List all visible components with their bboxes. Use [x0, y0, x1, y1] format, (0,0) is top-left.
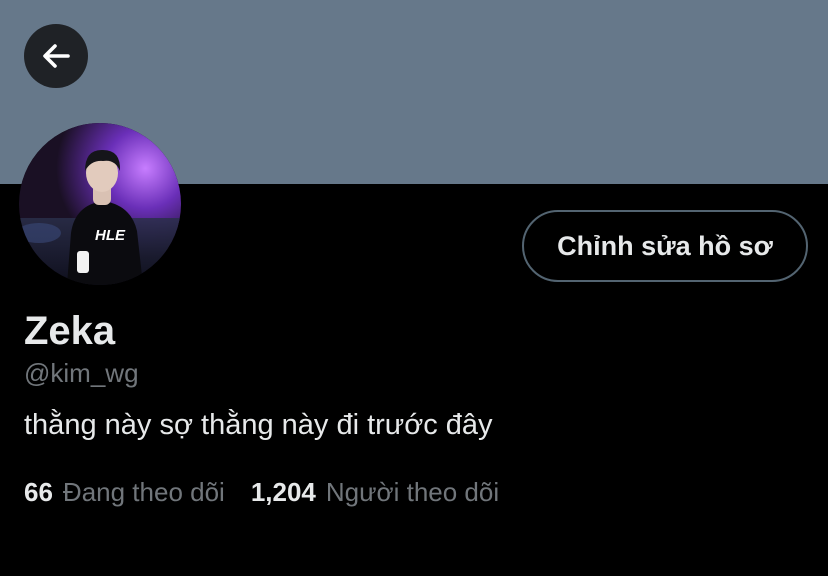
username: @kim_wg	[24, 358, 139, 388]
avatar[interactable]: HLE	[19, 123, 181, 285]
display-name: Zeka	[24, 309, 116, 353]
arrow-left-icon	[38, 38, 74, 74]
followers-label: Người theo dõi	[325, 477, 500, 507]
followers-stat[interactable]: 1,204 Người theo dõi	[251, 474, 499, 510]
back-button[interactable]	[24, 24, 88, 88]
following-stat[interactable]: 66 Đang theo dõi	[24, 474, 225, 510]
following-label: Đang theo dõi	[62, 477, 225, 507]
profile-page: HLE Chỉnh sửa hồ sơ Zeka @kim_wg thằng n…	[0, 0, 828, 576]
followers-count: 1,204	[250, 477, 316, 507]
profile-stats: 66 Đang theo dõi 1,204 Người theo dõi	[24, 474, 499, 510]
following-count: 66	[24, 477, 53, 507]
edit-profile-button[interactable]: Chỉnh sửa hồ sơ	[522, 210, 808, 282]
profile-bio: thằng này sợ thằng này đi trước đây	[24, 409, 493, 441]
avatar-shirt-text: HLE	[95, 227, 126, 244]
